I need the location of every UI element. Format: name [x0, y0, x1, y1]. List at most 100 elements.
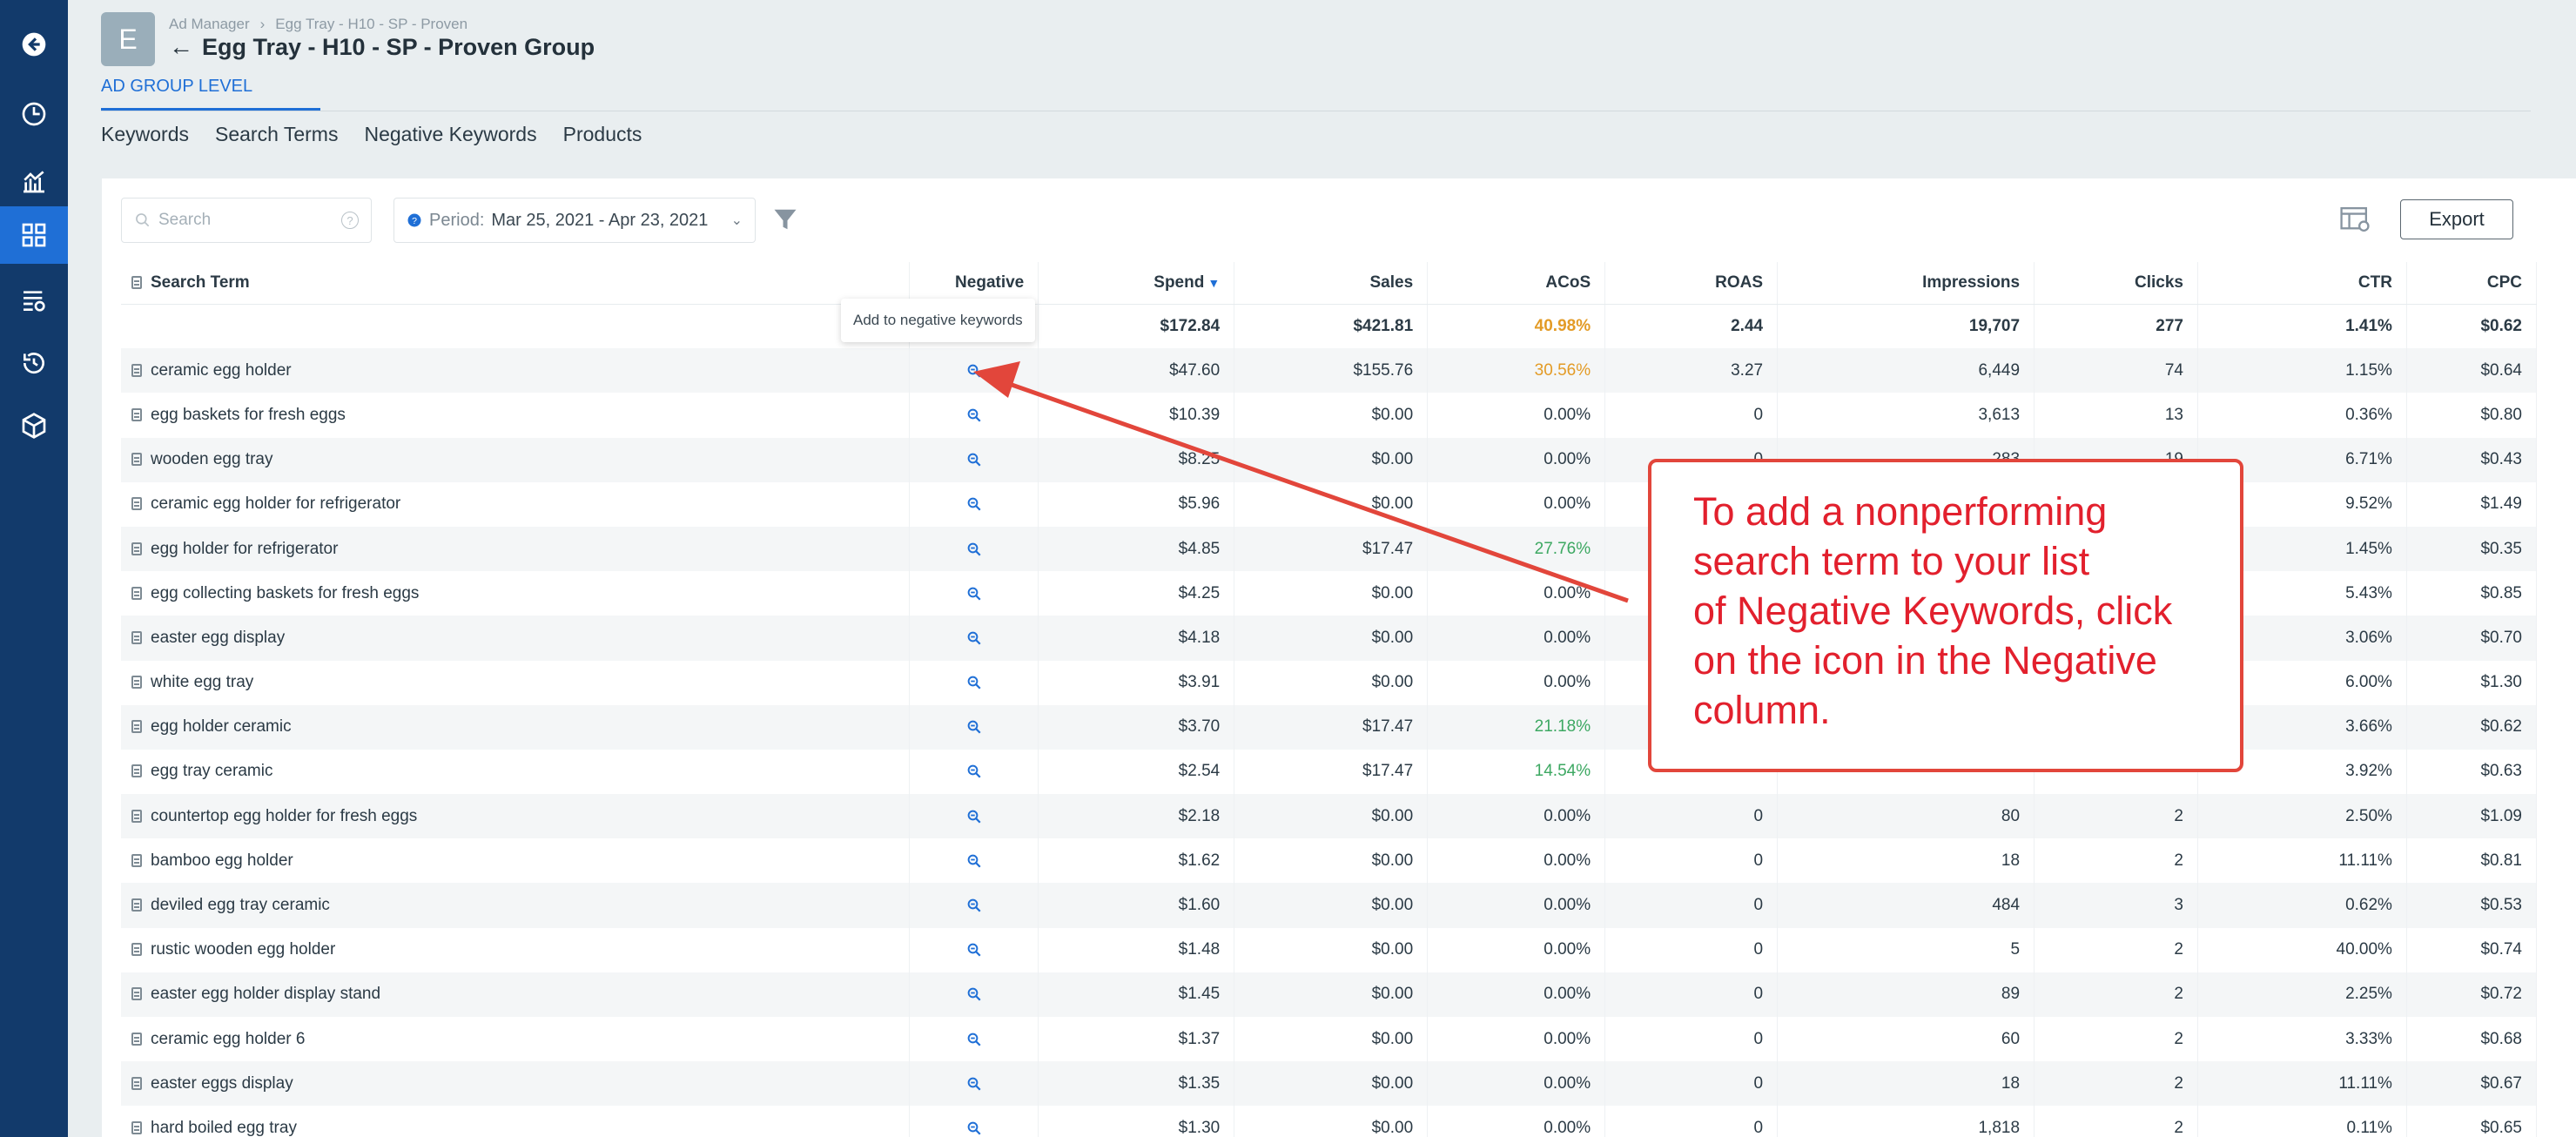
column-header-clicks[interactable]: Clicks	[2034, 262, 2198, 305]
term-type-icon	[131, 898, 142, 912]
add-negative-keyword-icon[interactable]	[966, 675, 982, 690]
cpc-cell: $0.64	[2406, 348, 2538, 394]
tabs: Keywords Search Terms Negative Keywords …	[101, 123, 642, 146]
column-header-cpc[interactable]: CPC	[2406, 262, 2538, 305]
table-row[interactable]: countertop egg holder for fresh eggs $2.1…	[121, 794, 2538, 839]
annotation-line: of Negative Keywords, click	[1693, 589, 2173, 633]
sidebar-item-products[interactable]	[0, 397, 68, 454]
column-settings-icon[interactable]	[2339, 205, 2371, 234]
acos-cell: 0.00%	[1427, 927, 1606, 972]
search-term-cell: egg holder ceramic	[121, 704, 911, 750]
sidebar-item-history[interactable]	[0, 334, 68, 392]
period-label: Period:	[429, 210, 485, 230]
impressions-cell: 89	[1777, 972, 2035, 1017]
search-term-text: egg tray ceramic	[151, 762, 273, 781]
column-header-sales[interactable]: Sales	[1234, 262, 1429, 305]
sales-cell: $0.00	[1234, 571, 1429, 616]
total-cpc: $0.62	[2406, 304, 2538, 349]
term-type-icon	[131, 363, 142, 377]
column-header-impressions[interactable]: Impressions	[1777, 262, 2035, 305]
export-button[interactable]: Export	[2400, 199, 2513, 239]
search-term-text: easter egg holder display stand	[151, 985, 381, 1004]
breadcrumb-root[interactable]: Ad Manager	[169, 16, 250, 32]
back-arrow-icon[interactable]: ←	[169, 33, 193, 61]
spend-cell: $1.35	[1038, 1061, 1235, 1107]
add-negative-keyword-icon[interactable]	[966, 764, 982, 779]
tab-search-terms[interactable]: Search Terms	[215, 123, 338, 146]
sidebar-item-dashboard-history[interactable]	[0, 85, 68, 143]
column-header-spend[interactable]: Spend ▼	[1038, 262, 1235, 305]
search-help-icon[interactable]: ?	[341, 212, 359, 229]
cpc-cell: $0.70	[2406, 616, 2538, 661]
add-negative-keyword-icon[interactable]	[966, 542, 982, 557]
tab-negative-keywords[interactable]: Negative Keywords	[364, 123, 536, 146]
sales-cell: $0.00	[1234, 660, 1429, 705]
clicks-cell: 13	[2034, 393, 2198, 438]
spend-cell: $1.37	[1038, 1017, 1235, 1062]
table-row[interactable]: easter egg holder display stand $1.45 $0.0…	[121, 972, 2538, 1017]
add-negative-keyword-icon[interactable]	[966, 719, 982, 735]
roas-cell: 0	[1604, 794, 1779, 839]
search-term-cell: egg holder for refrigerator	[121, 526, 911, 572]
sidebar-item-rules[interactable]	[0, 272, 68, 329]
term-type-icon	[131, 407, 142, 421]
column-header-ctr[interactable]: CTR	[2197, 262, 2407, 305]
negative-cell	[909, 927, 1039, 972]
column-header-roas[interactable]: ROAS	[1604, 262, 1779, 305]
column-header-acos[interactable]: ACoS	[1427, 262, 1606, 305]
box-icon	[22, 413, 46, 439]
sales-cell: $0.00	[1234, 616, 1429, 661]
add-negative-keyword-icon[interactable]	[966, 586, 982, 602]
add-negative-keyword-icon[interactable]	[966, 452, 982, 468]
annotation-line: search term to your list	[1693, 539, 2090, 583]
acos-cell: 0.00%	[1427, 571, 1606, 616]
table-row[interactable]: deviled egg tray ceramic $1.60 $0.00 0.00% 0…	[121, 883, 2538, 928]
clicks-cell: 2	[2034, 838, 2198, 884]
term-type-icon	[131, 275, 142, 289]
spend-cell: $1.45	[1038, 972, 1235, 1017]
column-header-search-term[interactable]: Search Term	[121, 262, 911, 305]
add-negative-keyword-icon[interactable]	[966, 1120, 982, 1136]
search-term-text: bamboo egg holder	[151, 851, 293, 870]
sidebar-back-button[interactable]	[0, 16, 68, 73]
table-row[interactable]: easter eggs display $1.35 $0.00 0.00% 0 18 2 11…	[121, 1061, 2538, 1107]
add-negative-keyword-icon[interactable]	[966, 630, 982, 646]
cpc-cell: $1.30	[2406, 660, 2538, 705]
impressions-cell: 18	[1777, 838, 2035, 884]
term-type-icon	[131, 1120, 142, 1134]
sidebar-item-analytics[interactable]	[0, 152, 68, 210]
search-term-cell: wooden egg tray	[121, 437, 911, 482]
add-negative-keyword-icon[interactable]	[966, 898, 982, 913]
table-row[interactable]: ceramic egg holder 6 $1.37 $0.00 0.00% 0 60 2 3…	[121, 1017, 2538, 1062]
search-input[interactable]: Search ?	[121, 198, 372, 243]
add-negative-keyword-icon[interactable]	[966, 986, 982, 1002]
table-row[interactable]: ceramic egg holder $47.60 $155.76 30.56% 3.2…	[121, 348, 2538, 394]
tab-keywords[interactable]: Keywords	[101, 123, 189, 146]
table-row[interactable]: bamboo egg holder $1.62 $0.00 0.00% 0 18 2 11.1…	[121, 838, 2538, 884]
table-row[interactable]: egg baskets for fresh eggs $10.39 $0.00 0.0…	[121, 393, 2538, 438]
filter-icon[interactable]	[772, 206, 798, 232]
sidebar-item-ad-manager[interactable]	[0, 206, 68, 264]
clicks-cell: 2	[2034, 1106, 2198, 1137]
add-negative-keyword-icon[interactable]	[966, 496, 982, 512]
add-negative-keyword-icon[interactable]	[966, 363, 982, 379]
add-negative-keyword-icon[interactable]	[966, 942, 982, 958]
add-negative-keyword-icon[interactable]	[966, 1032, 982, 1047]
cpc-cell: $1.49	[2406, 481, 2538, 527]
breadcrumb-current[interactable]: Egg Tray - H10 - SP - Proven	[275, 16, 467, 32]
acos-cell: 0.00%	[1427, 794, 1606, 839]
add-negative-keyword-icon[interactable]	[966, 853, 982, 869]
tab-products[interactable]: Products	[563, 123, 642, 146]
svg-text:?: ?	[412, 216, 417, 226]
sales-cell: $0.00	[1234, 1106, 1429, 1137]
add-negative-keyword-icon[interactable]	[966, 809, 982, 824]
page-title: Egg Tray - H10 - SP - Proven Group	[202, 33, 595, 60]
add-negative-keyword-icon[interactable]	[966, 407, 982, 423]
period-picker[interactable]: ? Period: Mar 25, 2021 - Apr 23, 2021 ⌄	[393, 198, 756, 243]
ctr-cell: 0.11%	[2197, 1106, 2407, 1137]
table-row[interactable]: rustic wooden egg holder $1.48 $0.00 0.00% 0…	[121, 927, 2538, 972]
table-row[interactable]: hard boiled egg tray $1.30 $0.00 0.00% 0 1,81…	[121, 1106, 2538, 1137]
tooltip-add-negative: Add to negative keywords	[841, 299, 1035, 342]
add-negative-keyword-icon[interactable]	[966, 1076, 982, 1092]
negative-cell	[909, 348, 1039, 394]
